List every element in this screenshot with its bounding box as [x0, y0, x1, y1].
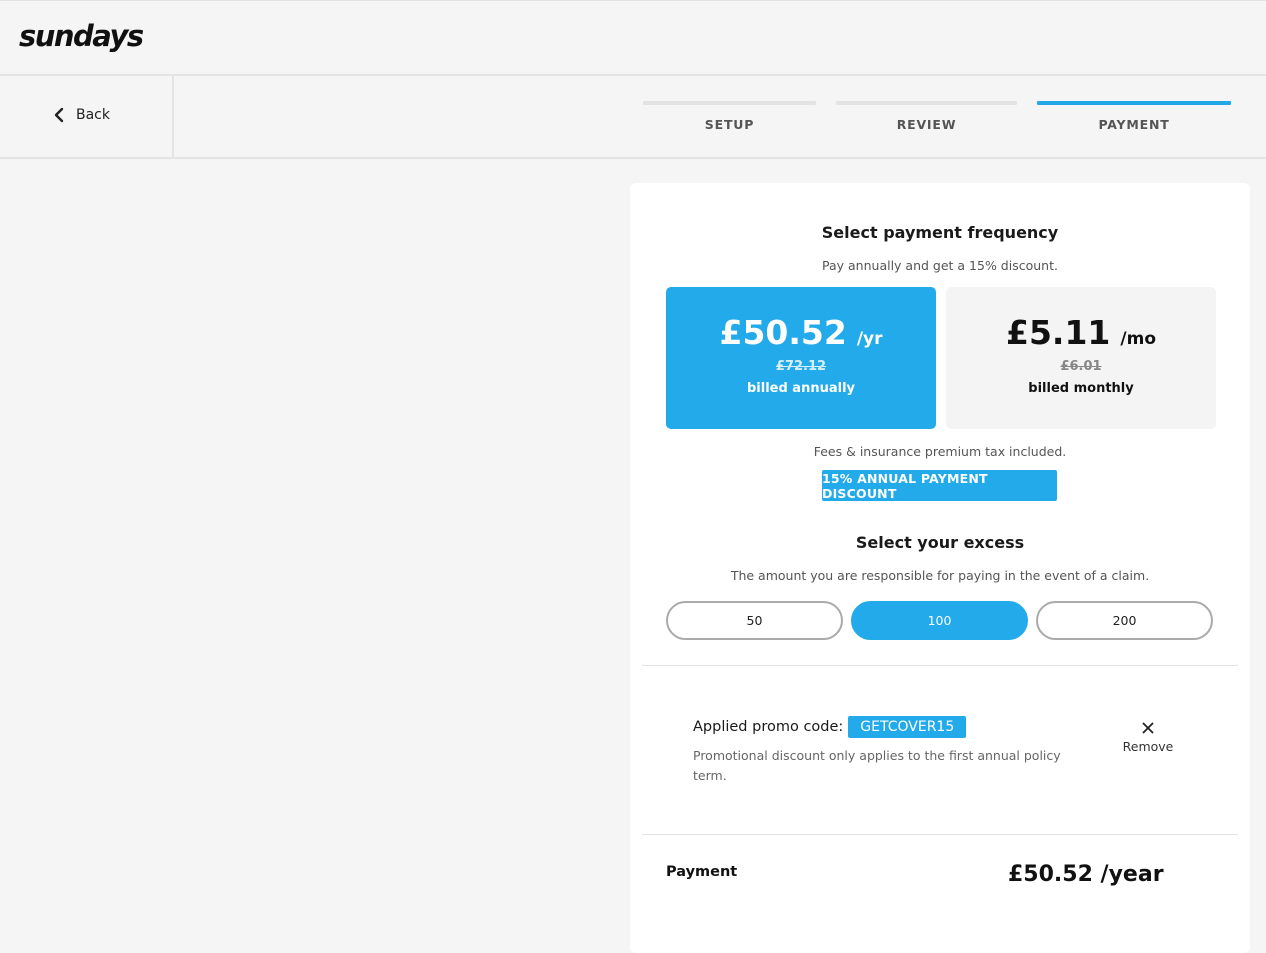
promo-code-badge: GETCOVER15 — [848, 716, 967, 738]
remove-promo-button[interactable]: Remove — [1118, 718, 1178, 754]
sundays-logo[interactable]: sundays — [19, 19, 144, 53]
section-divider — [642, 665, 1238, 666]
annual-period: /yr — [856, 329, 883, 349]
monthly-period: /mo — [1120, 329, 1156, 349]
annual-price: £50.52 — [719, 313, 847, 352]
step-payment-label: PAYMENT — [1098, 117, 1170, 132]
step-payment: PAYMENT — [1037, 101, 1231, 141]
close-icon — [1142, 722, 1154, 734]
promo-label: Applied promo code: — [693, 719, 844, 735]
step-setup: SETUP — [643, 101, 816, 141]
summary-divider — [642, 834, 1238, 835]
excess-option-50[interactable]: 50 — [666, 601, 843, 640]
remove-label: Remove — [1122, 739, 1174, 754]
step-setup-label: SETUP — [704, 117, 755, 132]
promo-note: Promotional discount only applies to the… — [693, 748, 1061, 783]
step-setup-bar — [643, 101, 816, 105]
monthly-price-row: £5.11 /mo — [946, 313, 1216, 352]
step-review-bar — [836, 101, 1017, 105]
annual-original-price: £72.12 — [775, 359, 827, 374]
payment-summary-label: Payment — [666, 864, 738, 880]
annual-discount-badge: 15% ANNUAL PAYMENT DISCOUNT — [822, 470, 1057, 501]
payment-frequency-subtitle: Pay annually and get a 15% discount. — [822, 258, 1058, 273]
excess-subtitle: The amount you are responsible for payin… — [730, 568, 1150, 583]
payment-frequency-title: Select payment frequency — [821, 223, 1059, 242]
excess-option-100[interactable]: 100 — [851, 601, 1028, 640]
excess-option-200[interactable]: 200 — [1036, 601, 1213, 640]
step-payment-bar — [1037, 101, 1231, 105]
annual-option[interactable]: £50.52 /yr £72.12 billed annually — [666, 287, 936, 429]
step-review: REVIEW — [836, 101, 1017, 141]
monthly-price: £5.11 — [1006, 313, 1111, 352]
step-navigation-bar: Back SETUP REVIEW PAYMENT — [0, 76, 1266, 159]
payment-summary-amount: £50.52 /year — [1008, 862, 1164, 887]
monthly-billing-label: billed monthly — [1028, 381, 1134, 396]
annual-price-row: £50.52 /yr — [666, 313, 936, 352]
annual-billing-label: billed annually — [746, 381, 856, 396]
payment-card: Select payment frequency Pay annually an… — [630, 183, 1250, 953]
promo-row: Applied promo code: GETCOVER15 — [693, 716, 967, 738]
monthly-original-price: £6.01 — [1060, 359, 1102, 374]
top-header: sundays — [0, 0, 1266, 76]
step-review-label: REVIEW — [896, 117, 957, 132]
fees-note: Fees & insurance premium tax included. — [813, 444, 1067, 459]
monthly-option[interactable]: £5.11 /mo £6.01 billed monthly — [946, 287, 1216, 429]
excess-title: Select your excess — [855, 533, 1025, 552]
progress-steps: SETUP REVIEW PAYMENT — [0, 76, 1266, 157]
